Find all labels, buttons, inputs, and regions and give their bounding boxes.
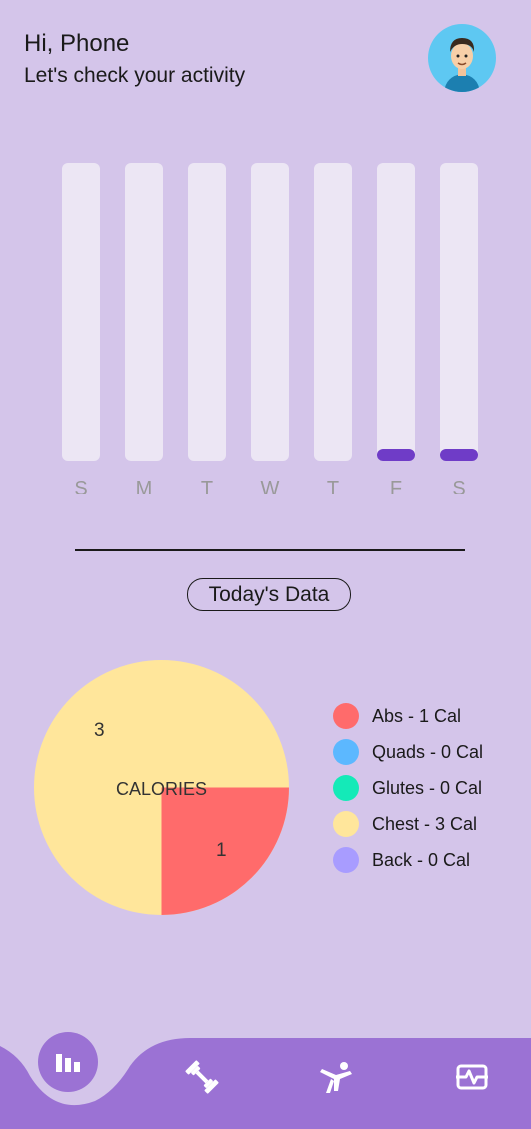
- bar-sat: [440, 163, 478, 461]
- nav-stats-button[interactable]: [38, 1032, 98, 1092]
- legend-swatch-back: [333, 847, 359, 873]
- stats-icon: [56, 1052, 80, 1072]
- bar-fill-fri: [377, 449, 415, 461]
- day-label-tue: T: [200, 478, 214, 494]
- day-label-mon: M: [135, 478, 153, 494]
- legend-label-glutes: Glutes - 0 Cal: [372, 778, 483, 798]
- calories-pie-chart: 3 1 CALORIES: [34, 660, 289, 915]
- legend-swatch-abs: [333, 703, 359, 729]
- day-label-fri: F: [389, 478, 403, 494]
- avatar[interactable]: [428, 24, 496, 92]
- day-label-wed: W: [260, 478, 280, 494]
- bar-thu: [314, 163, 352, 461]
- pie-label-abs: 1: [216, 840, 227, 861]
- section-divider: [75, 549, 465, 551]
- nav-activity-button[interactable]: [442, 1047, 502, 1107]
- weekly-activity-chart: [62, 163, 478, 463]
- pie-center-title: CALORIES: [116, 779, 207, 799]
- activity-icon: [456, 1064, 488, 1090]
- bar-wed: [251, 163, 289, 461]
- legend-swatch-quads: [333, 739, 359, 765]
- legend-swatch-glutes: [333, 775, 359, 801]
- legend-label-chest: Chest - 3 Cal: [372, 814, 478, 834]
- today-data-button[interactable]: Today's Data: [187, 578, 351, 611]
- bar-fri: [377, 163, 415, 461]
- day-label-sun: S: [74, 478, 88, 494]
- legend-label-back: Back - 0 Cal: [372, 850, 471, 870]
- legend-label-abs: Abs - 1 Cal: [372, 706, 462, 726]
- nav-workout-button[interactable]: [172, 1047, 232, 1107]
- dumbbell-icon: [185, 1060, 219, 1094]
- greeting-subtitle: Let's check your activity: [24, 64, 246, 87]
- day-label-thu: T: [326, 478, 340, 494]
- nav-stretch-button[interactable]: [306, 1047, 366, 1107]
- bar-sun: [62, 163, 100, 461]
- greeting-title: Hi, Phone: [24, 30, 130, 57]
- stretch-icon: [320, 1062, 352, 1093]
- bar-mon: [125, 163, 163, 461]
- bar-fill-sat: [440, 449, 478, 461]
- legend-swatch-chest: [333, 811, 359, 837]
- avatar-icon: [444, 38, 480, 92]
- legend-label-quads: Quads - 0 Cal: [372, 742, 484, 762]
- pie-label-chest: 3: [94, 720, 105, 741]
- day-label-sat: S: [452, 478, 466, 494]
- bar-tue: [188, 163, 226, 461]
